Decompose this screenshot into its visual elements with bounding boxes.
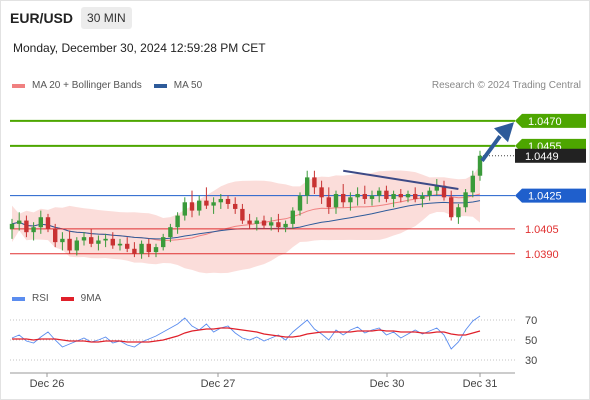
candle-body	[449, 197, 454, 218]
candle-body	[204, 200, 209, 206]
x-tick-label-2: Dec 30	[370, 378, 405, 390]
candle-body	[117, 243, 123, 246]
candle-body	[348, 197, 353, 203]
candle-body	[67, 238, 72, 251]
candle-body	[81, 237, 87, 241]
candle-body	[470, 175, 475, 193]
candle-body	[60, 238, 65, 243]
level-label-1.0470: 1.0470	[528, 116, 562, 128]
candle-body	[341, 193, 346, 203]
chart-canvas: 1.04701.04551.04491.04251.04051.0390 705…	[9, 113, 586, 390]
x-tick-label-3: Dec 31	[463, 378, 498, 390]
candle-body	[189, 202, 195, 211]
last-price-label: 1.0449	[525, 151, 559, 163]
candle-body	[153, 247, 159, 253]
candle-body	[45, 217, 51, 229]
candle-body	[74, 240, 79, 251]
level-label-1.0425: 1.0425	[528, 191, 562, 203]
candle-body	[355, 193, 360, 198]
candle-body	[110, 238, 115, 246]
candle-body	[377, 190, 382, 196]
candle-body	[53, 228, 58, 243]
candle-body	[139, 243, 144, 254]
candle-body	[182, 202, 187, 216]
price-labels: 1.04701.04551.04491.04251.04051.0390	[515, 113, 586, 261]
candle-body	[283, 223, 288, 228]
candle-body	[96, 240, 101, 244]
candle-body	[276, 222, 281, 228]
candle-body	[391, 193, 396, 199]
candle-body	[168, 227, 173, 238]
candle-body	[240, 208, 245, 221]
candle-body	[38, 217, 43, 228]
candle-body	[89, 237, 94, 244]
candle-body	[175, 215, 180, 228]
candle-body	[456, 207, 461, 218]
candle-body	[103, 238, 108, 241]
candle-body	[24, 220, 29, 233]
x-tick-label-1: Dec 27	[201, 378, 236, 390]
candle-body	[333, 193, 339, 208]
projection-arrow-shaft	[480, 135, 502, 162]
candle-body	[326, 197, 331, 208]
candle-body	[290, 210, 295, 224]
candle-body	[146, 243, 151, 253]
candle-body	[312, 177, 317, 188]
candle-body	[247, 220, 252, 224]
candle-body	[384, 190, 389, 199]
rsi-panel: 70 50 30	[10, 315, 537, 367]
candle-body	[319, 187, 324, 198]
candle-body	[427, 190, 432, 196]
rsi-tick-70: 70	[525, 315, 537, 327]
rsi-tick-50: 50	[525, 335, 537, 347]
candle-body	[305, 177, 310, 196]
candle-body	[125, 243, 130, 249]
candle-body	[9, 223, 15, 229]
candle-body	[398, 193, 403, 198]
x-axis: Dec 26 Dec 27 Dec 30 Dec 31	[10, 372, 515, 390]
level-label-1.0390: 1.0390	[525, 249, 559, 261]
candle-body	[31, 227, 36, 233]
candle-body	[463, 192, 468, 208]
candle-body	[405, 193, 411, 198]
candle-body	[218, 198, 223, 203]
x-tick-label-0: Dec 26	[30, 378, 65, 390]
candle-body	[254, 220, 259, 224]
candle-body	[132, 248, 137, 254]
candle-body	[369, 195, 375, 199]
rsi-tick-30: 30	[525, 355, 537, 367]
candle-body	[17, 220, 22, 224]
level-label-1.0405: 1.0405	[525, 224, 559, 236]
candle-body	[269, 222, 274, 226]
candle-body	[161, 237, 166, 248]
candle-body	[225, 198, 231, 204]
candle-body	[233, 203, 238, 209]
candle-body	[197, 200, 202, 211]
candle-body	[420, 195, 425, 199]
candle-body	[211, 202, 216, 206]
candle-body	[362, 193, 367, 199]
candle-body	[261, 220, 267, 226]
candle-body	[297, 195, 303, 211]
candle-body	[413, 193, 418, 199]
